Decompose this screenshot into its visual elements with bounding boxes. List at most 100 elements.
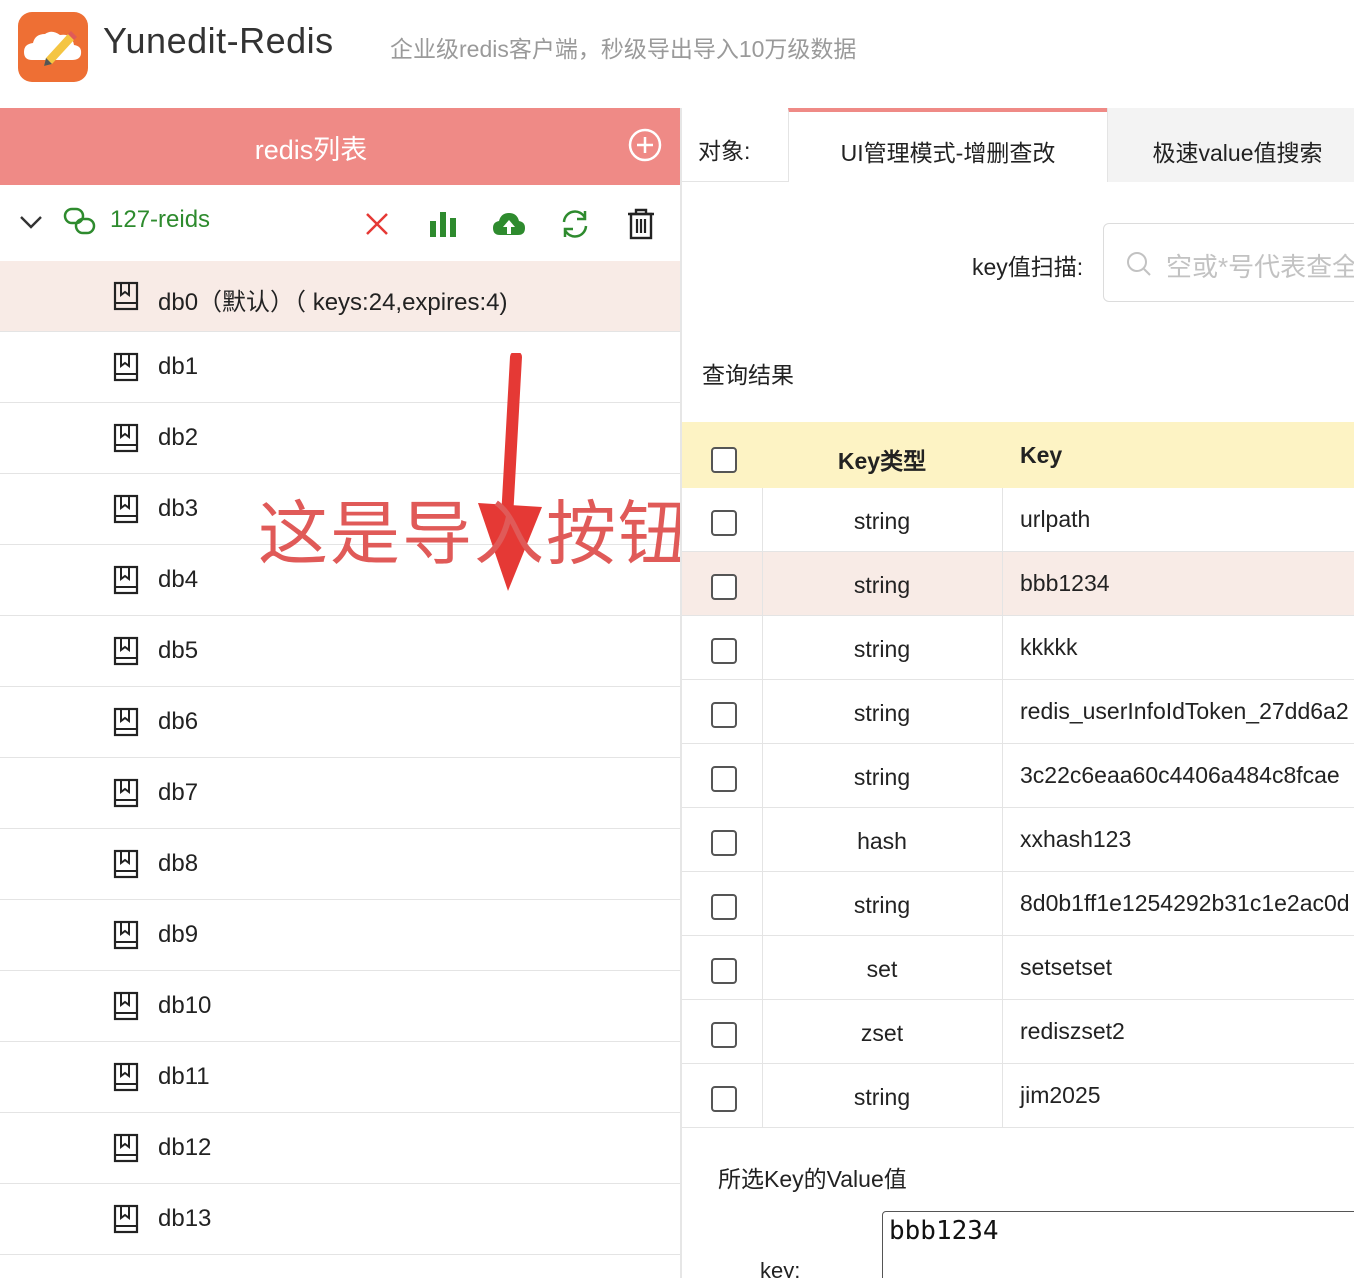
key-cell: rediszset2 [1020,1018,1125,1044]
table-row[interactable]: string 3c22c6eaa60c4406a484c8fcae [682,744,1354,808]
db-item[interactable]: db1 [0,332,680,403]
db-label: db4 [158,566,199,593]
table-row[interactable]: zset rediszset2 [682,1000,1354,1064]
table-row[interactable]: string jim2025 [682,1064,1354,1128]
key-type-cell: string [853,700,911,726]
table-row[interactable]: string bbb1234 [682,552,1354,616]
db-item[interactable]: db8 [0,829,680,900]
tab-ui-mode[interactable]: UI管理模式-增删查改 [788,108,1107,182]
column-divider [1002,1000,1003,1063]
key-type-cell: string [853,892,911,918]
sidebar-title: redis列表 [254,135,368,165]
db-item[interactable]: db13 [0,1184,680,1255]
key-cell: jim2025 [1020,1082,1101,1108]
db-item[interactable]: db11 [0,1042,680,1113]
scan-input[interactable]: 空或*号代表查全部 [1103,223,1354,302]
app-subtitle: 企业级redis客户端，秒级导出导入10万级数据 [390,36,857,62]
column-divider [1002,488,1003,551]
key-cell: xxhash123 [1020,826,1132,852]
db-item[interactable]: db2 [0,403,680,474]
database-icon [113,1133,139,1163]
row-checkbox[interactable] [711,1022,737,1048]
value-title: 所选Key的Value值 [718,1166,907,1192]
database-icon [113,352,139,382]
database-icon [113,423,139,453]
cloud-upload-icon[interactable] [492,207,526,241]
key-cell: 3c22c6eaa60c4406a484c8fcae [1020,762,1340,788]
value-key-text: bbb1234 [889,1216,999,1246]
table-row[interactable]: string redis_userInfoIdToken_27dd6a2 [682,680,1354,744]
row-checkbox[interactable] [711,1086,737,1112]
db-label: db13 [158,1205,212,1232]
connection-row[interactable]: 127-reids [0,185,680,261]
db-label: db5 [158,637,199,664]
table-row[interactable]: string urlpath [682,488,1354,552]
table-row[interactable]: string kkkkk [682,616,1354,680]
select-all-checkbox[interactable] [711,447,737,473]
database-icon [113,778,139,808]
app-header: Yunedit-Redis 企业级redis客户端，秒级导出导入10万级数据 [0,0,1354,108]
row-checkbox[interactable] [711,830,737,856]
key-type-cell: set [866,956,898,982]
close-icon[interactable] [360,207,394,241]
trash-icon[interactable] [624,207,658,241]
chevron-down-icon[interactable] [18,209,44,235]
database-icon [113,281,139,311]
column-divider [1002,552,1003,615]
key-type-cell: string [853,764,911,790]
table-row[interactable]: set setsetset [682,936,1354,1000]
database-icon [113,849,139,879]
column-divider [1002,872,1003,935]
table-row[interactable]: string 8d0b1ff1e1254292b31c1e2ac0d [682,872,1354,936]
key-type-cell: string [853,508,911,534]
key-cell: 8d0b1ff1e1254292b31c1e2ac0d [1020,890,1350,916]
row-checkbox[interactable] [711,958,737,984]
db-item[interactable]: db6 [0,687,680,758]
tab-value-search[interactable]: 极速value值搜索 [1107,108,1354,182]
database-icon [113,1062,139,1092]
database-icon [113,920,139,950]
db-item[interactable]: db7 [0,758,680,829]
key-cell: setsetset [1020,954,1113,980]
search-icon [1127,252,1151,276]
scan-label: key值扫描: [972,254,1084,280]
db-item[interactable]: db12 [0,1113,680,1184]
refresh-icon[interactable] [558,207,592,241]
app-title: Yunedit-Redis [103,20,334,61]
result-table: Key类型 Key string urlpath string bbb1234 stri… [682,422,1354,1128]
db-label: db2 [158,424,199,451]
db-item[interactable]: db0（默认）（ keys:24,expires:4) [0,261,680,332]
key-cell: kkkkk [1020,634,1078,660]
database-icon [113,991,139,1021]
row-checkbox[interactable] [711,702,737,728]
value-key-label: key: [760,1258,801,1278]
add-connection-icon[interactable] [628,128,662,162]
db-item[interactable]: db5 [0,616,680,687]
column-divider [1002,936,1003,999]
header-key-type: Key类型 [837,448,927,474]
db-label: db10 [158,992,212,1019]
db-list: db0（默认）（ keys:24,expires:4) db1 db2 db3 db4 d… [0,261,680,1255]
connection-name[interactable]: 127-reids [110,206,210,234]
row-checkbox[interactable] [711,510,737,536]
column-divider [1002,808,1003,871]
bar-chart-icon[interactable] [426,207,460,241]
row-checkbox[interactable] [711,574,737,600]
row-checkbox[interactable] [711,766,737,792]
row-checkbox[interactable] [711,894,737,920]
database-icon [113,707,139,737]
db-label: db1 [158,353,199,380]
key-cell: bbb1234 [1020,570,1110,596]
db-label: db11 [158,1063,210,1090]
tab-bar: 对象: UI管理模式-增删查改 极速value值搜索 [682,108,1354,182]
db-label: db3 [158,495,199,522]
table-row[interactable]: hash xxhash123 [682,808,1354,872]
db-item[interactable]: db9 [0,900,680,971]
header-key: Key [1020,442,1063,468]
annotation-text: 这是导入按钮 [258,493,682,575]
row-checkbox[interactable] [711,638,737,664]
key-type-cell: zset [860,1020,904,1046]
tabs-lead-label: 对象: [698,138,751,164]
value-key-field[interactable]: bbb1234 [882,1211,1354,1278]
db-item[interactable]: db10 [0,971,680,1042]
